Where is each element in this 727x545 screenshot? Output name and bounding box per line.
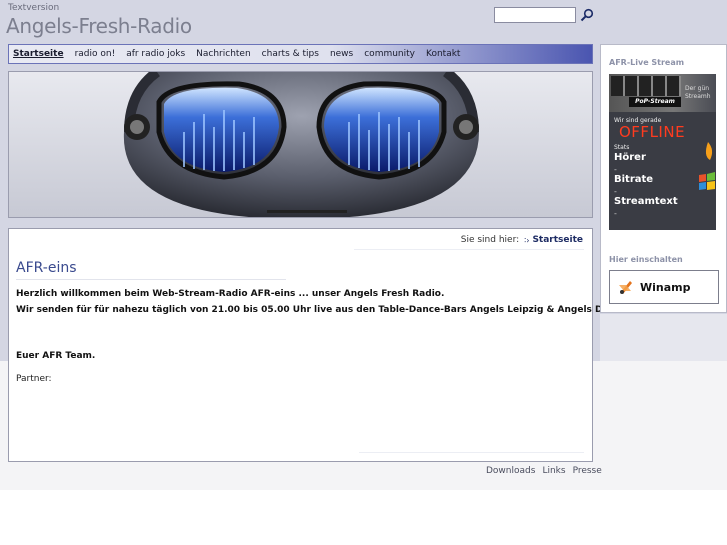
stream-bitrate-label: Bitrate (614, 174, 654, 185)
footer-links: Downloads Links Presse (486, 466, 602, 476)
heading-divider (16, 279, 286, 280)
main-navigation: Startseite radio on! afr radio joks Nach… (8, 44, 593, 64)
footer-link-links[interactable]: Links (542, 466, 565, 476)
stream-badge: PoP-Stream (629, 97, 681, 107)
header-banner-image (8, 71, 593, 218)
stream-bitrate-value: - (614, 187, 617, 196)
flame-icon (705, 142, 713, 160)
nav-item-charts-tips[interactable]: charts & tips (262, 49, 319, 59)
nav-item-kontakt[interactable]: Kontakt (426, 49, 460, 59)
breadcrumb: Sie sind hier: ∶› Startseite (461, 235, 583, 245)
stream-section-title: AFR-Live Stream (609, 58, 685, 67)
winamp-icon (619, 281, 632, 294)
signature-text: Euer AFR Team. (16, 351, 96, 361)
site-title[interactable]: Angels-Fresh-Radio (6, 14, 192, 38)
nav-item-news[interactable]: news (330, 49, 353, 59)
stream-text-value: - (614, 209, 617, 218)
breadcrumb-divider (354, 249, 584, 250)
partner-label: Partner: (16, 374, 52, 384)
stream-status-widget[interactable]: PoP-Stream Der gün Streamh Wir sind gera… (609, 74, 716, 230)
sidebar: AFR-Live Stream PoP-Stream Der gün Strea… (600, 44, 727, 313)
winamp-player-button[interactable]: Winamp (609, 270, 719, 304)
stream-status-offline: OFFLINE (619, 123, 686, 141)
content-footer-divider (359, 452, 584, 453)
search-button[interactable] (579, 6, 595, 24)
textversion-link[interactable]: Textversion (8, 3, 59, 13)
nav-item-community[interactable]: community (364, 49, 415, 59)
winamp-label: Winamp (640, 280, 691, 294)
page: Textversion Angels-Fresh-Radio Startseit… (0, 0, 727, 545)
stream-listeners-value: - (614, 165, 617, 174)
windows-logo-icon (699, 172, 715, 190)
breadcrumb-link-startseite[interactable]: Startseite (532, 235, 583, 245)
search-input[interactable] (494, 7, 576, 23)
main-content: Sie sind hier: ∶› Startseite AFR-eins He… (8, 228, 641, 462)
stream-stats-label: Stats (614, 144, 630, 151)
alien-headphones-image (123, 72, 479, 217)
listen-section-title: Hier einschalten (609, 255, 683, 264)
nav-item-nachrichten[interactable]: Nachrichten (196, 49, 251, 59)
stream-thumbnails (611, 76, 681, 96)
stream-tagline: Der gün (685, 85, 710, 92)
footer-link-downloads[interactable]: Downloads (486, 466, 535, 476)
footer-link-presse[interactable]: Presse (573, 466, 602, 476)
schedule-text: Wir senden für für nahezu täglich von 21… (16, 305, 641, 315)
breadcrumb-prefix: Sie sind hier: (460, 235, 520, 245)
page-heading: AFR-eins (16, 260, 77, 276)
welcome-text: Herzlich willkommen beim Web-Stream-Radi… (16, 289, 445, 299)
nav-item-radio-on[interactable]: radio on! (75, 49, 116, 59)
sidebar-footer-strip (600, 314, 727, 361)
nav-item-afr-radio-joks[interactable]: afr radio joks (126, 49, 185, 59)
nav-item-startseite[interactable]: Startseite (13, 49, 64, 59)
breadcrumb-separator-icon: ∶› (524, 235, 530, 245)
stream-text-label: Streamtext (614, 196, 678, 207)
search-icon (580, 8, 594, 22)
stream-tagline-2: Streamh (685, 93, 711, 100)
stream-listeners-label: Hörer (614, 152, 646, 163)
